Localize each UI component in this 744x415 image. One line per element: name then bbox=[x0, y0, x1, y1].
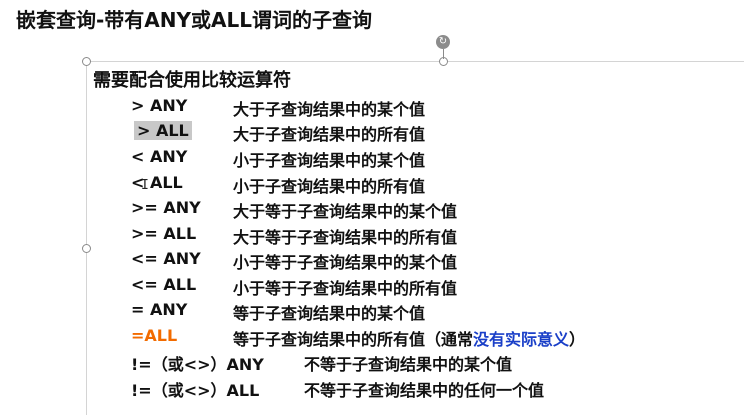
operator-description: 大于子查询结果中的某个值 bbox=[233, 100, 426, 119]
operator-description: 大于等于子查询结果中的所有值 bbox=[233, 228, 458, 247]
operator-description: 大于子查询结果中的所有值 bbox=[233, 125, 426, 144]
operator-label: <= ALL bbox=[131, 275, 197, 294]
rotate-stem bbox=[443, 49, 444, 59]
text-subtitle[interactable]: 需要配合使用比较运算符 bbox=[93, 66, 291, 92]
operator-label: = ANY bbox=[131, 300, 188, 319]
operator-label: < ANY bbox=[131, 147, 188, 166]
description-text: 等于子查询结果中的所有值（通常 bbox=[233, 330, 474, 349]
operator-description: 不等于子查询结果中的任何一个值 bbox=[304, 381, 545, 400]
operator-description: 等于子查询结果中的所有值（通常没有实际意义） bbox=[233, 326, 585, 350]
text-cursor-icon: I bbox=[141, 178, 149, 193]
description-note: 没有实际意义 bbox=[473, 330, 570, 349]
operator-label-emphasized: =ALL bbox=[131, 326, 178, 345]
operator-label: <= ANY bbox=[131, 249, 201, 268]
description-end: ） bbox=[569, 330, 586, 349]
operator-label: !=（或<>）ANY bbox=[131, 355, 264, 374]
operator-label: > ANY bbox=[131, 96, 188, 115]
operator-label: >= ANY bbox=[131, 198, 201, 217]
resize-handle-top-left[interactable] bbox=[82, 57, 91, 66]
operator-description: 大于等于子查询结果中的某个值 bbox=[233, 202, 458, 221]
selection-frame-top bbox=[86, 61, 744, 62]
operator-description: 小于等于子查询结果中的所有值 bbox=[233, 279, 458, 298]
operator-label: < ALL bbox=[131, 173, 183, 192]
operator-label: !=（或<>）ALL bbox=[131, 381, 260, 400]
slide-title: 嵌套查询-带有ANY或ALL谓词的子查询 bbox=[16, 8, 372, 32]
selection-frame-left bbox=[86, 61, 87, 415]
operator-description: 不等于子查询结果中的某个值 bbox=[304, 355, 513, 374]
operator-description: 等于子查询结果中的某个值 bbox=[233, 304, 426, 323]
operator-label: >= ALL bbox=[131, 224, 197, 243]
operator-label-selected: > ALL bbox=[134, 121, 192, 140]
rotate-handle-icon[interactable]: ↻ bbox=[436, 35, 450, 49]
operator-description: 小于等于子查询结果中的某个值 bbox=[233, 253, 458, 272]
operator-description: 小于子查询结果中的所有值 bbox=[233, 177, 426, 196]
resize-handle-middle-left[interactable] bbox=[82, 244, 91, 253]
operator-description: 小于子查询结果中的某个值 bbox=[233, 151, 426, 170]
